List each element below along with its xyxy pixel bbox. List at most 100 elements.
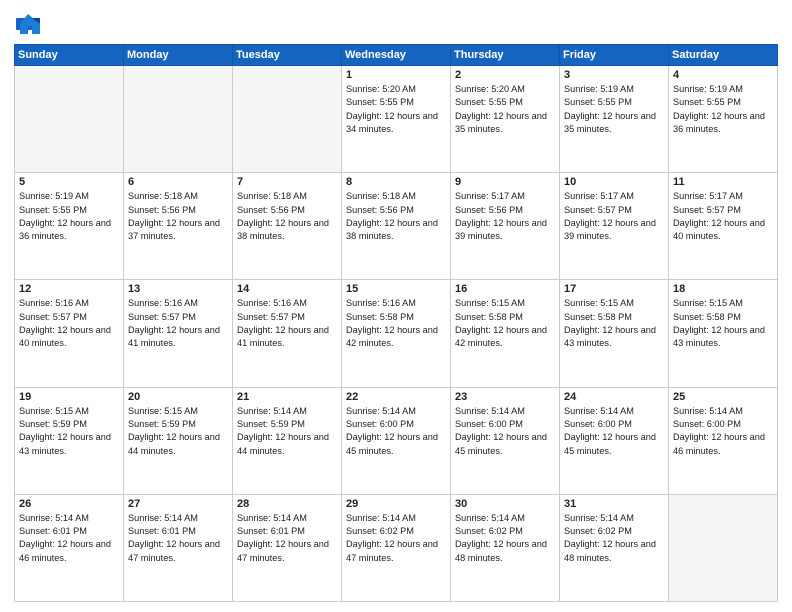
day-info: Sunrise: 5:16 AMSunset: 5:57 PMDaylight:…	[128, 297, 228, 350]
day-info: Sunrise: 5:14 AMSunset: 6:02 PMDaylight:…	[564, 512, 664, 565]
calendar-day-cell: 1Sunrise: 5:20 AMSunset: 5:55 PMDaylight…	[342, 66, 451, 173]
page: SundayMondayTuesdayWednesdayThursdayFrid…	[0, 0, 792, 612]
calendar-day-cell: 17 Sunrise: 5:15 AMSunset: 5:58 PMDayligh…	[560, 280, 669, 387]
day-info: Sunrise: 5:14 AMSunset: 6:02 PMDaylight:…	[346, 512, 446, 565]
day-number: 9	[455, 176, 555, 188]
day-number: 27	[128, 498, 228, 510]
calendar-day-cell: 11 Sunrise: 5:17 AMSunset: 5:57 PMDayligh…	[669, 173, 778, 280]
calendar-day-cell: 14 Sunrise: 5:16 AMSunset: 5:57 PMDayligh…	[233, 280, 342, 387]
calendar-day-cell: 25 Sunrise: 5:14 AMSunset: 6:00 PMDayligh…	[669, 387, 778, 494]
calendar-header-row: SundayMondayTuesdayWednesdayThursdayFrid…	[15, 45, 778, 66]
day-number: 2	[455, 69, 555, 81]
day-info: Sunrise: 5:17 AMSunset: 5:56 PMDaylight:…	[455, 190, 555, 243]
day-number: 30	[455, 498, 555, 510]
weekday-header: Monday	[124, 45, 233, 66]
day-info: Sunrise: 5:19 AMSunset: 5:55 PMDaylight:…	[19, 190, 119, 243]
day-number: 26	[19, 498, 119, 510]
day-info: Sunrise: 5:18 AMSunset: 5:56 PMDaylight:…	[128, 190, 228, 243]
weekday-header: Friday	[560, 45, 669, 66]
calendar-day-cell	[15, 66, 124, 173]
day-info: Sunrise: 5:16 AMSunset: 5:57 PMDaylight:…	[19, 297, 119, 350]
day-info: Sunrise: 5:14 AMSunset: 6:00 PMDaylight:…	[346, 405, 446, 458]
day-number: 18	[673, 283, 773, 295]
day-info: Sunrise: 5:14 AMSunset: 6:01 PMDaylight:…	[19, 512, 119, 565]
day-info: Sunrise: 5:15 AMSunset: 5:58 PMDaylight:…	[564, 297, 664, 350]
day-number: 14	[237, 283, 337, 295]
header	[14, 10, 778, 38]
weekday-header: Wednesday	[342, 45, 451, 66]
calendar-week-row: 19 Sunrise: 5:15 AMSunset: 5:59 PMDayligh…	[15, 387, 778, 494]
calendar-week-row: 1Sunrise: 5:20 AMSunset: 5:55 PMDaylight…	[15, 66, 778, 173]
calendar-day-cell: 13 Sunrise: 5:16 AMSunset: 5:57 PMDayligh…	[124, 280, 233, 387]
weekday-header: Saturday	[669, 45, 778, 66]
day-info: Sunrise: 5:17 AMSunset: 5:57 PMDaylight:…	[564, 190, 664, 243]
calendar-day-cell: 18Sunrise: 5:15 AMSunset: 5:58 PMDayligh…	[669, 280, 778, 387]
day-info: Sunrise: 5:16 AMSunset: 5:58 PMDaylight:…	[346, 297, 446, 350]
weekday-header: Sunday	[15, 45, 124, 66]
day-info: Sunrise: 5:19 AMSunset: 5:55 PMDaylight:…	[564, 83, 664, 136]
day-number: 12	[19, 283, 119, 295]
day-info: Sunrise: 5:14 AMSunset: 5:59 PMDaylight:…	[237, 405, 337, 458]
calendar-table: SundayMondayTuesdayWednesdayThursdayFrid…	[14, 44, 778, 602]
calendar-day-cell: 23Sunrise: 5:14 AMSunset: 6:00 PMDayligh…	[451, 387, 560, 494]
calendar-day-cell: 31 Sunrise: 5:14 AMSunset: 6:02 PMDayligh…	[560, 494, 669, 601]
logo-icon	[14, 10, 42, 38]
day-number: 16	[455, 283, 555, 295]
calendar-week-row: 5 Sunrise: 5:19 AMSunset: 5:55 PMDaylight…	[15, 173, 778, 280]
calendar-day-cell: 29 Sunrise: 5:14 AMSunset: 6:02 PMDayligh…	[342, 494, 451, 601]
weekday-header: Tuesday	[233, 45, 342, 66]
logo	[14, 10, 46, 38]
day-info: Sunrise: 5:19 AMSunset: 5:55 PMDaylight:…	[673, 83, 773, 136]
day-number: 28	[237, 498, 337, 510]
day-number: 6	[128, 176, 228, 188]
day-number: 29	[346, 498, 446, 510]
calendar-day-cell: 5 Sunrise: 5:19 AMSunset: 5:55 PMDaylight…	[15, 173, 124, 280]
day-info: Sunrise: 5:14 AMSunset: 6:00 PMDaylight:…	[564, 405, 664, 458]
day-info: Sunrise: 5:18 AMSunset: 5:56 PMDaylight:…	[237, 190, 337, 243]
calendar-day-cell: 8 Sunrise: 5:18 AMSunset: 5:56 PMDaylight…	[342, 173, 451, 280]
day-info: Sunrise: 5:16 AMSunset: 5:57 PMDaylight:…	[237, 297, 337, 350]
day-number: 19	[19, 391, 119, 403]
calendar-day-cell: 26 Sunrise: 5:14 AMSunset: 6:01 PMDayligh…	[15, 494, 124, 601]
day-number: 17	[564, 283, 664, 295]
calendar-day-cell: 7 Sunrise: 5:18 AMSunset: 5:56 PMDaylight…	[233, 173, 342, 280]
day-number: 7	[237, 176, 337, 188]
day-number: 24	[564, 391, 664, 403]
day-number: 5	[19, 176, 119, 188]
calendar-day-cell	[233, 66, 342, 173]
calendar-day-cell	[124, 66, 233, 173]
calendar-day-cell: 30 Sunrise: 5:14 AMSunset: 6:02 PMDayligh…	[451, 494, 560, 601]
calendar-day-cell: 15Sunrise: 5:16 AMSunset: 5:58 PMDayligh…	[342, 280, 451, 387]
day-info: Sunrise: 5:18 AMSunset: 5:56 PMDaylight:…	[346, 190, 446, 243]
day-number: 10	[564, 176, 664, 188]
day-number: 20	[128, 391, 228, 403]
day-number: 13	[128, 283, 228, 295]
calendar-day-cell: 4 Sunrise: 5:19 AMSunset: 5:55 PMDaylight…	[669, 66, 778, 173]
day-info: Sunrise: 5:15 AMSunset: 5:59 PMDaylight:…	[19, 405, 119, 458]
day-number: 4	[673, 69, 773, 81]
day-number: 31	[564, 498, 664, 510]
day-number: 25	[673, 391, 773, 403]
day-info: Sunrise: 5:14 AMSunset: 6:01 PMDaylight:…	[128, 512, 228, 565]
day-number: 21	[237, 391, 337, 403]
day-info: Sunrise: 5:14 AMSunset: 6:00 PMDaylight:…	[673, 405, 773, 458]
calendar-day-cell: 9 Sunrise: 5:17 AMSunset: 5:56 PMDaylight…	[451, 173, 560, 280]
calendar-day-cell: 12 Sunrise: 5:16 AMSunset: 5:57 PMDayligh…	[15, 280, 124, 387]
day-number: 3	[564, 69, 664, 81]
day-number: 22	[346, 391, 446, 403]
day-number: 8	[346, 176, 446, 188]
calendar-day-cell: 2Sunrise: 5:20 AMSunset: 5:55 PMDaylight…	[451, 66, 560, 173]
calendar-day-cell: 16Sunrise: 5:15 AMSunset: 5:58 PMDayligh…	[451, 280, 560, 387]
day-info: Sunrise: 5:14 AMSunset: 6:00 PMDaylight:…	[455, 405, 555, 458]
calendar-day-cell: 22 Sunrise: 5:14 AMSunset: 6:00 PMDayligh…	[342, 387, 451, 494]
day-info: Sunrise: 5:17 AMSunset: 5:57 PMDaylight:…	[673, 190, 773, 243]
calendar-day-cell: 19 Sunrise: 5:15 AMSunset: 5:59 PMDayligh…	[15, 387, 124, 494]
day-number: 11	[673, 176, 773, 188]
calendar-day-cell: 20 Sunrise: 5:15 AMSunset: 5:59 PMDayligh…	[124, 387, 233, 494]
day-info: Sunrise: 5:15 AMSunset: 5:59 PMDaylight:…	[128, 405, 228, 458]
calendar-day-cell: 3 Sunrise: 5:19 AMSunset: 5:55 PMDaylight…	[560, 66, 669, 173]
calendar-day-cell: 24 Sunrise: 5:14 AMSunset: 6:00 PMDayligh…	[560, 387, 669, 494]
day-info: Sunrise: 5:20 AMSunset: 5:55 PMDaylight:…	[346, 83, 446, 136]
day-info: Sunrise: 5:14 AMSunset: 6:02 PMDaylight:…	[455, 512, 555, 565]
calendar-week-row: 12 Sunrise: 5:16 AMSunset: 5:57 PMDayligh…	[15, 280, 778, 387]
